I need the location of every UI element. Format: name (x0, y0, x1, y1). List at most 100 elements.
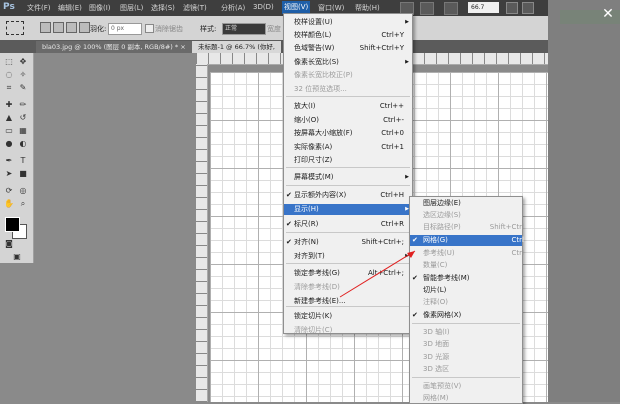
menu-item-label: 目标路径(P) (423, 223, 461, 231)
show-menu-item[interactable]: 3D 轴(I) (410, 327, 522, 338)
view-menu-item[interactable]: ✔ 显示额外内容(X) Ctrl+H (284, 190, 412, 201)
eyedropper-icon[interactable]: ✎ (18, 83, 28, 92)
view-menu-item[interactable]: 放大(I) Ctrl++ (284, 101, 412, 112)
show-menu-item[interactable]: 画笔预览(V) (410, 381, 522, 392)
view-menu-item[interactable]: 实际像素(A) Ctrl+1 (284, 142, 412, 153)
tab-untitled[interactable]: 未标题-1 @ 66.7% (你好, (192, 41, 281, 53)
menu-file[interactable]: 文件(F) (27, 3, 51, 13)
view-menu-item[interactable]: 缩小(O) Ctrl+- (284, 115, 412, 126)
show-menu-item[interactable]: 参考线(U) Ctrl (410, 248, 524, 259)
type-icon[interactable]: T (18, 156, 28, 165)
menu-3d[interactable]: 3D(D) (253, 3, 274, 11)
screen-mode-tool-icon[interactable]: ▣ (10, 252, 24, 261)
zoom-tool-icon[interactable]: ⌕ (18, 199, 28, 208)
magic-wand-icon[interactable]: ✧ (18, 70, 28, 79)
shape-icon[interactable]: ■ (18, 169, 28, 178)
view-menu-item[interactable]: 清除切片(C) (284, 325, 412, 336)
selection-mode-icons[interactable] (40, 21, 92, 34)
menu-item-label: 网格(G) (423, 236, 448, 244)
show-menu-item[interactable]: 3D 地面 (410, 339, 522, 350)
view-menu-item[interactable]: 对齐到(T) ▶ (284, 251, 412, 262)
show-menu-item[interactable]: ✔ 网格(G) Ctrl (410, 235, 524, 246)
menu-edit[interactable]: 编辑(E) (58, 3, 82, 13)
vertical-ruler[interactable] (196, 64, 208, 402)
show-menu-item[interactable]: 网格(M) (410, 393, 522, 404)
show-menu-item[interactable]: 注释(O) (410, 297, 522, 308)
eraser-icon[interactable]: ▭ (4, 126, 14, 135)
menu-item-label: 像素长宽比(S) (294, 58, 339, 66)
view-menu-item[interactable]: 显示(H) ▶ (284, 204, 412, 215)
view-menu-item[interactable]: 校样颜色(L) Ctrl+Y (284, 30, 412, 41)
show-menu-item[interactable]: 图层边缘(E) (410, 198, 522, 209)
view-menu-item[interactable]: 像素长宽比(S) ▶ (284, 57, 412, 68)
show-menu-item[interactable]: 切片(L) (410, 285, 522, 296)
tab-bla03[interactable]: bla03.jpg @ 100% (图层 0 副本, RGB/8#) * × (36, 41, 192, 53)
view-menu-item[interactable]: 色域警告(W) Shift+Ctrl+Y (284, 43, 412, 54)
menu-separator (286, 263, 410, 264)
show-menu-item[interactable]: ✔ 像素网格(X) (410, 310, 522, 321)
view-menu: 校样设置(U) ▶ 校样颜色(L) Ctrl+Y 色域警告(W) Shift+Ctrl+Y… (283, 13, 413, 334)
crop-icon[interactable]: ⌗ (4, 83, 14, 92)
marquee-tool-icon[interactable] (6, 21, 24, 35)
show-menu-item[interactable]: 3D 选区 (410, 364, 522, 375)
view-menu-item[interactable]: ✔ 标尺(R) Ctrl+R (284, 219, 412, 230)
healing-brush-icon[interactable]: ✚ (4, 100, 14, 109)
view-menu-item[interactable]: 打印尺寸(Z) (284, 155, 412, 166)
move-icon[interactable]: ✥ (18, 57, 28, 66)
quick-mask-icon[interactable]: ◙ (4, 239, 14, 248)
menu-help[interactable]: 帮助(H) (355, 3, 380, 13)
screen-mode-icon[interactable] (522, 2, 534, 14)
view-menu-item[interactable]: 锁定切片(K) (284, 311, 412, 322)
hand-icon[interactable] (444, 2, 458, 15)
view-menu-item[interactable]: 清除参考线(D) (284, 282, 412, 293)
marquee-icon[interactable]: ⬚ (4, 57, 14, 66)
dodge-icon[interactable]: ◐ (18, 139, 28, 148)
gradient-icon[interactable]: ▦ (18, 126, 28, 135)
view-menu-item[interactable]: 屏幕模式(M) ▶ (284, 172, 412, 183)
show-menu-item[interactable]: 选区边缘(S) (410, 210, 522, 221)
history-brush-icon[interactable]: ↺ (18, 113, 28, 122)
menu-item-label: 3D 选区 (423, 365, 450, 373)
show-menu-item[interactable]: 数量(C) (410, 260, 522, 271)
menu-separator (412, 323, 520, 324)
close-icon[interactable]: ✕ (600, 6, 616, 22)
3d-rotate-icon[interactable]: ⟳ (4, 186, 14, 195)
view-menu-item[interactable]: ✔ 对齐(N) Shift+Ctrl+; (284, 237, 412, 248)
brush-icon[interactable]: ✏ (18, 100, 28, 109)
view-menu-item[interactable]: 按屏幕大小缩放(F) Ctrl+0 (284, 128, 412, 139)
view-menu-item[interactable]: 像素长宽比校正(P) (284, 70, 412, 81)
lasso-icon[interactable]: ◌ (4, 70, 14, 79)
path-select-icon[interactable]: ➤ (4, 169, 14, 178)
menu-layer[interactable]: 图层(L) (120, 3, 143, 13)
view-menu-item[interactable]: 新建参考线(E)... (284, 296, 412, 307)
menu-item-label: 新建参考线(E)... (294, 297, 346, 305)
minibridge-icon[interactable] (420, 2, 434, 15)
hand-tool-icon[interactable]: ✋ (4, 199, 14, 208)
menu-select[interactable]: 选择(S) (151, 3, 175, 13)
show-menu-item[interactable]: 3D 光源 (410, 352, 522, 363)
view-menu-item[interactable]: 32 位预览选项... (284, 84, 412, 95)
arrange-icon[interactable] (506, 2, 518, 14)
blur-icon[interactable]: ● (4, 139, 14, 148)
clone-stamp-icon[interactable]: ▲ (4, 113, 14, 122)
3d-camera-icon[interactable]: ◎ (18, 186, 28, 195)
menu-window[interactable]: 窗口(W) (318, 3, 344, 13)
view-menu-item[interactable]: 校样设置(U) ▶ (284, 17, 412, 28)
tools-panel: ⬚ ✥ ◌ ✧ ⌗ ✎ ✚ ✏ ▲ ↺ ▭ ▦ ● ◐ ✒ T ➤ ■ ⟳ ◎ … (0, 53, 34, 263)
style-select[interactable]: 正常 (222, 23, 266, 35)
app-logo: Ps (3, 2, 15, 12)
zoom-field[interactable]: 66.7 (468, 2, 499, 13)
menu-analysis[interactable]: 分析(A) (221, 3, 245, 13)
menu-image[interactable]: 图像(I) (89, 3, 111, 13)
menu-item-label: 图层边缘(E) (423, 199, 461, 207)
show-menu-item[interactable]: ✔ 智能参考线(M) (410, 273, 522, 284)
feather-input[interactable]: 0 px (108, 23, 142, 35)
view-menu-item[interactable]: 锁定参考线(G) Alt+Ctrl+; (284, 268, 412, 279)
pen-icon[interactable]: ✒ (4, 156, 14, 165)
menu-filter[interactable]: 滤镜(T) (183, 3, 207, 13)
show-menu-item[interactable]: 目标路径(P) Shift+Ctrl (410, 222, 524, 233)
foreground-color-swatch[interactable] (5, 217, 20, 232)
antialias-checkbox[interactable] (145, 24, 154, 33)
menu-separator (286, 167, 410, 168)
close-icon[interactable]: × (180, 43, 185, 51)
